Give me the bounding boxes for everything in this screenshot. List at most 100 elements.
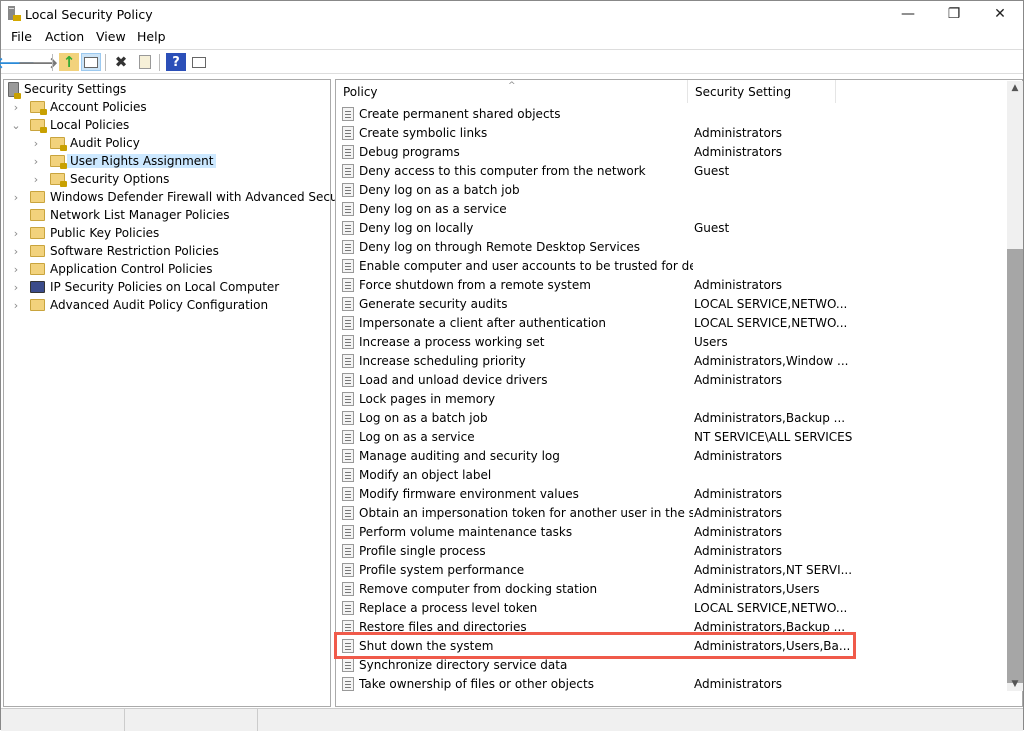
tree-item-label: Security Options xyxy=(70,172,170,186)
tree-item[interactable]: › Software Restriction Policies xyxy=(10,242,219,260)
policy-row[interactable]: Deny access to this computer from the ne… xyxy=(342,161,1002,180)
policy-row[interactable]: Remove computer from docking station Admi… xyxy=(342,579,1002,598)
policy-icon xyxy=(342,524,354,539)
policy-row[interactable]: Debug programs Administrators xyxy=(342,142,1002,161)
maximize-button[interactable]: ❐ xyxy=(931,1,977,28)
policy-row[interactable]: Deny log on through Remote Desktop Servi… xyxy=(342,237,1002,256)
policy-row[interactable]: Create permanent shared objects xyxy=(342,104,1002,123)
policy-row[interactable]: Increase scheduling priority Administrato… xyxy=(342,351,1002,370)
policy-row[interactable]: Deny log on as a service xyxy=(342,199,1002,218)
chevron-right-icon[interactable]: › xyxy=(10,263,22,276)
column-header-policy[interactable]: ^ Policy xyxy=(336,80,688,103)
show-hide-console-tree-button[interactable] xyxy=(81,53,101,71)
chevron-right-icon[interactable]: › xyxy=(30,155,42,168)
chevron-right-icon[interactable]: › xyxy=(10,281,22,294)
security-policy-icon xyxy=(8,6,21,21)
status-divider xyxy=(257,709,258,731)
policy-icon xyxy=(342,657,354,672)
security-setting: LOCAL SERVICE,NETWO... xyxy=(694,296,848,311)
close-button[interactable]: ✕ xyxy=(977,1,1023,28)
menu-file[interactable]: File xyxy=(11,29,32,44)
policy-row[interactable]: Manage auditing and security log Administ… xyxy=(342,446,1002,465)
tree-item[interactable]: Network List Manager Policies xyxy=(10,206,230,224)
chevron-right-icon[interactable]: › xyxy=(30,137,42,150)
tree-item-label: Public Key Policies xyxy=(50,226,160,240)
window-title: Local Security Policy xyxy=(25,7,153,22)
tree-item[interactable]: › Public Key Policies xyxy=(10,224,160,242)
chevron-right-icon[interactable]: › xyxy=(10,227,22,240)
policy-row[interactable]: Profile system performance Administrators… xyxy=(342,560,1002,579)
column-header-security-setting[interactable]: Security Setting xyxy=(688,80,836,103)
policy-icon xyxy=(342,315,354,330)
chevron-right-icon[interactable]: › xyxy=(10,101,22,114)
tree-item[interactable]: › Windows Defender Firewall with Advanced… xyxy=(10,188,358,206)
policy-row[interactable]: Modify an object label xyxy=(342,465,1002,484)
tree-item-label: Windows Defender Firewall with Advanced … xyxy=(50,190,358,204)
policy-row[interactable]: Obtain an impersonation token for anothe… xyxy=(342,503,1002,522)
policy-row[interactable]: Generate security audits LOCAL SERVICE,NE… xyxy=(342,294,1002,313)
policy-row[interactable]: Impersonate a client after authenticatio… xyxy=(342,313,1002,332)
tree-item[interactable]: › User Rights Assignment xyxy=(30,152,217,170)
tree-item[interactable]: › Audit Policy xyxy=(30,134,140,152)
policy-row[interactable]: Lock pages in memory xyxy=(342,389,1002,408)
policy-name: Perform volume maintenance tasks xyxy=(359,524,573,539)
policy-icon xyxy=(342,258,354,273)
policy-row[interactable]: Load and unload device drivers Administra… xyxy=(342,370,1002,389)
policy-row[interactable]: Log on as a service NT SERVICE\ALL SERVIC… xyxy=(342,427,1002,446)
menu-action[interactable]: Action xyxy=(45,29,84,44)
policy-icon xyxy=(342,353,354,368)
tree-item[interactable]: ⌄ Local Policies xyxy=(10,116,129,134)
server-lock-icon xyxy=(8,81,21,99)
policy-icon xyxy=(342,201,354,216)
chevron-right-icon[interactable]: › xyxy=(10,191,22,204)
policy-row[interactable]: Force shutdown from a remote system Admin… xyxy=(342,275,1002,294)
policy-icon xyxy=(342,562,354,577)
policy-row[interactable]: Profile single process Administrators xyxy=(342,541,1002,560)
policy-row[interactable]: Deny log on locally Guest xyxy=(342,218,1002,237)
policy-icon xyxy=(342,467,354,482)
policy-row[interactable]: Enable computer and user accounts to be … xyxy=(342,256,1002,275)
show-action-pane-button[interactable] xyxy=(189,53,209,71)
help-button[interactable]: ? xyxy=(166,53,186,71)
policy-row[interactable]: Take ownership of files or other objects… xyxy=(342,674,1002,693)
policy-name: Synchronize directory service data xyxy=(359,657,568,672)
up-one-level-button[interactable]: ↑ xyxy=(59,53,79,71)
tree-item[interactable]: › Application Control Policies xyxy=(10,260,213,278)
policy-row[interactable]: Perform volume maintenance tasks Administ… xyxy=(342,522,1002,541)
chevron-right-icon[interactable]: › xyxy=(30,173,42,186)
tree-item[interactable]: › IP Security Policies on Local Computer xyxy=(10,278,279,296)
security-setting: Users xyxy=(694,334,728,349)
policy-icon xyxy=(342,106,354,121)
policy-row[interactable]: Log on as a batch job Administrators,Back… xyxy=(342,408,1002,427)
title-bar: Local Security Policy — ❐ ✕ xyxy=(1,1,1023,28)
chevron-down-icon[interactable]: ⌄ xyxy=(10,119,22,132)
scroll-down-icon[interactable]: ▼ xyxy=(1007,679,1023,689)
policy-row[interactable]: Increase a process working set Users xyxy=(342,332,1002,351)
folder-icon xyxy=(30,263,45,275)
export-list-button[interactable] xyxy=(135,53,155,71)
delete-button[interactable]: ✖ xyxy=(111,53,131,71)
tree-item[interactable]: Security Settings xyxy=(8,80,126,99)
forward-button[interactable]: 🡒 xyxy=(18,53,58,72)
policy-row[interactable]: Deny log on as a batch job xyxy=(342,180,1002,199)
chevron-right-icon[interactable]: › xyxy=(10,299,22,312)
policy-row[interactable]: Create symbolic links Administrators xyxy=(342,123,1002,142)
scroll-up-icon[interactable]: ▲ xyxy=(1007,83,1023,93)
policy-icon xyxy=(342,182,354,197)
vertical-scrollbar[interactable]: ▲ ▼ xyxy=(1007,81,1023,691)
tree-item[interactable]: › Security Options xyxy=(30,170,169,188)
tree-item[interactable]: › Account Policies xyxy=(10,98,147,116)
policy-row[interactable]: Modify firmware environment values Admini… xyxy=(342,484,1002,503)
minimize-button[interactable]: — xyxy=(885,1,931,28)
tree-item[interactable]: › Advanced Audit Policy Configuration xyxy=(10,296,268,314)
policy-name: Log on as a batch job xyxy=(359,410,488,425)
scrollbar-thumb[interactable] xyxy=(1007,249,1023,683)
security-setting: Administrators xyxy=(694,448,783,463)
menu-view[interactable]: View xyxy=(96,29,126,44)
policy-name: Deny access to this computer from the ne… xyxy=(359,163,646,178)
security-setting: Administrators,NT SERVI... xyxy=(694,562,853,577)
chevron-right-icon[interactable]: › xyxy=(10,245,22,258)
policy-list: ^ Policy Security Setting Create permanen… xyxy=(335,79,1023,707)
menu-help[interactable]: Help xyxy=(137,29,166,44)
policy-row[interactable]: Replace a process level token LOCAL SERVI… xyxy=(342,598,1002,617)
